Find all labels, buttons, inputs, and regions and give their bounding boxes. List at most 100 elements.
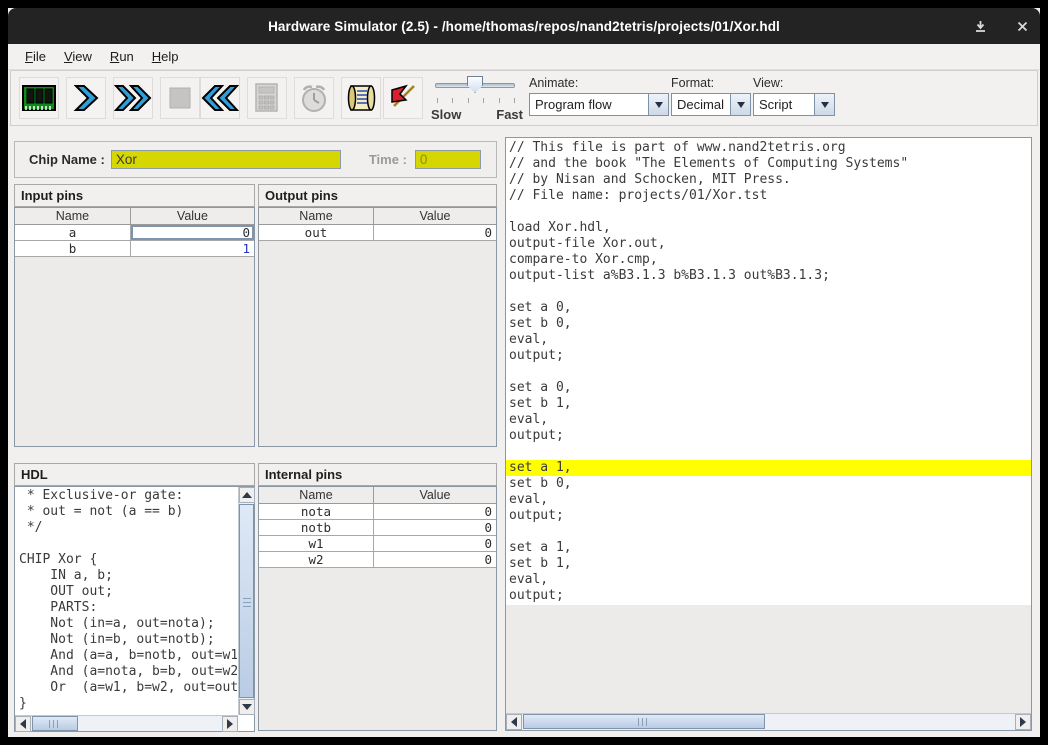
table-header: Name Value xyxy=(15,208,254,225)
format-dropdown[interactable]: Decimal xyxy=(671,93,751,116)
internal-pins-table: Name Value nota0notb0w10w20 xyxy=(258,486,497,731)
pin-value-cell[interactable]: 0 xyxy=(374,552,496,567)
load-script-button[interactable] xyxy=(341,77,381,119)
format-dropdown-button[interactable] xyxy=(730,94,750,115)
code-line xyxy=(506,524,1031,540)
run-icon xyxy=(114,83,152,113)
scroll-left-button[interactable] xyxy=(15,716,31,732)
internal-pins-title: Internal pins xyxy=(258,463,497,486)
internal-pins-panel: Internal pins Name Value nota0notb0w10w2… xyxy=(258,463,497,731)
time-label: Time : xyxy=(369,152,407,167)
view-dropdown[interactable]: Script xyxy=(753,93,835,116)
chevron-down-icon xyxy=(737,102,745,112)
code-line: OUT out; xyxy=(16,584,237,600)
menu-help[interactable]: Help xyxy=(143,46,188,67)
table-row[interactable]: a0 xyxy=(15,225,254,241)
scrollbar-thumb[interactable] xyxy=(239,504,254,698)
script-code[interactable]: // This file is part of www.nand2tetris.… xyxy=(506,138,1031,605)
scrollbar-thumb[interactable] xyxy=(523,714,765,729)
stop-icon xyxy=(167,85,193,111)
time-field: 0 xyxy=(415,150,481,169)
flag-icon xyxy=(386,82,420,114)
hdl-horizontal-scrollbar[interactable] xyxy=(15,715,238,731)
menu-file[interactable]: File xyxy=(16,46,55,67)
chip-name-field[interactable]: Xor xyxy=(111,150,341,169)
reset-button[interactable] xyxy=(200,77,240,119)
breakpoints-button[interactable] xyxy=(383,77,423,119)
view-label: View: xyxy=(753,76,835,90)
close-button[interactable] xyxy=(1014,18,1030,34)
toolbar: Slow Fast Animate: Program flow Format: … xyxy=(10,70,1038,126)
single-step-button[interactable] xyxy=(66,77,106,119)
code-line: } xyxy=(16,696,237,712)
scrollbar-thumb[interactable] xyxy=(32,716,78,731)
chevron-down-icon xyxy=(655,102,663,112)
hdl-vertical-scrollbar[interactable] xyxy=(238,487,254,715)
single-step-icon xyxy=(72,83,100,113)
animate-dropdown[interactable]: Program flow xyxy=(529,93,669,116)
table-row[interactable]: nota0 xyxy=(259,504,496,520)
load-chip-button[interactable] xyxy=(19,77,59,119)
scroll-right-button[interactable] xyxy=(1015,714,1031,730)
code-line xyxy=(506,364,1031,380)
scroll-left-button[interactable] xyxy=(506,714,522,730)
table-row[interactable]: w20 xyxy=(259,552,496,568)
pin-name-cell: b xyxy=(15,241,131,256)
code-line: eval, xyxy=(506,572,1031,588)
code-line: PARTS: xyxy=(16,600,237,616)
speed-slider-group: Slow Fast xyxy=(431,74,523,124)
input-pins-panel: Input pins Name Value a0b1 xyxy=(14,184,255,447)
current-script-line: set a 1, xyxy=(506,460,1031,476)
code-line: // File name: projects/01/Xor.tst xyxy=(506,188,1031,204)
title-bar[interactable]: Hardware Simulator (2.5) - /home/thomas/… xyxy=(8,8,1040,44)
minimize-icon xyxy=(974,20,987,33)
hdl-code: * Exclusive-or gate: * out = not (a == b… xyxy=(16,488,237,714)
view-dropdown-button[interactable] xyxy=(814,94,834,115)
code-line: set b 0, xyxy=(506,476,1031,492)
code-line: CHIP Xor { xyxy=(16,552,237,568)
pin-value-cell[interactable]: 0 xyxy=(374,225,496,240)
input-pins-title: Input pins xyxy=(14,184,255,207)
minimize-button[interactable] xyxy=(972,18,988,34)
table-row[interactable]: notb0 xyxy=(259,520,496,536)
pin-value-cell[interactable]: 0 xyxy=(374,504,496,519)
format-value: Decimal xyxy=(672,94,730,115)
menu-view[interactable]: View xyxy=(55,46,101,67)
code-line: eval, xyxy=(506,332,1031,348)
scroll-up-button[interactable] xyxy=(239,487,255,503)
window-frame: Hardware Simulator (2.5) - /home/thomas/… xyxy=(0,0,1048,745)
speed-slider-thumb[interactable] xyxy=(467,76,483,93)
slider-ticks xyxy=(437,98,515,103)
code-line: // by Nisan and Schocken, MIT Press. xyxy=(506,172,1031,188)
pin-value-cell[interactable]: 1 xyxy=(131,241,254,256)
scroll-down-button[interactable] xyxy=(239,699,255,715)
pin-value-cell[interactable]: 0 xyxy=(374,520,496,535)
scroll-right-button[interactable] xyxy=(222,716,238,732)
table-row[interactable]: out0 xyxy=(259,225,496,241)
input-pins-table: Name Value a0b1 xyxy=(14,207,255,447)
pin-value-cell[interactable]: 0 xyxy=(374,536,496,551)
clock-button xyxy=(294,77,334,119)
view-value: Script xyxy=(754,94,814,115)
code-line: output-list a%B3.1.3 b%B3.1.3 out%B3.1.3… xyxy=(506,268,1031,284)
run-button[interactable] xyxy=(113,77,153,119)
animate-dropdown-group: Animate: Program flow xyxy=(529,76,669,116)
code-line: * Exclusive-or gate: xyxy=(16,488,237,504)
table-row[interactable]: b1 xyxy=(15,241,254,257)
pin-value-cell[interactable]: 0 xyxy=(131,225,254,240)
column-header-value: Value xyxy=(131,208,254,224)
stop-button xyxy=(160,77,200,119)
calculator-button xyxy=(247,77,287,119)
table-row[interactable]: w10 xyxy=(259,536,496,552)
code-line xyxy=(16,536,237,552)
code-line: output-file Xor.out, xyxy=(506,236,1031,252)
animate-dropdown-button[interactable] xyxy=(648,94,668,115)
pin-name-cell: a xyxy=(15,225,131,240)
code-line: output; xyxy=(506,588,1031,604)
slider-slow-label: Slow xyxy=(431,107,461,122)
app-window: Hardware Simulator (2.5) - /home/thomas/… xyxy=(8,8,1040,737)
chip-name-label: Chip Name : xyxy=(29,152,105,167)
script-horizontal-scrollbar[interactable] xyxy=(506,713,1031,730)
menu-run[interactable]: Run xyxy=(101,46,143,67)
code-line: */ xyxy=(16,520,237,536)
